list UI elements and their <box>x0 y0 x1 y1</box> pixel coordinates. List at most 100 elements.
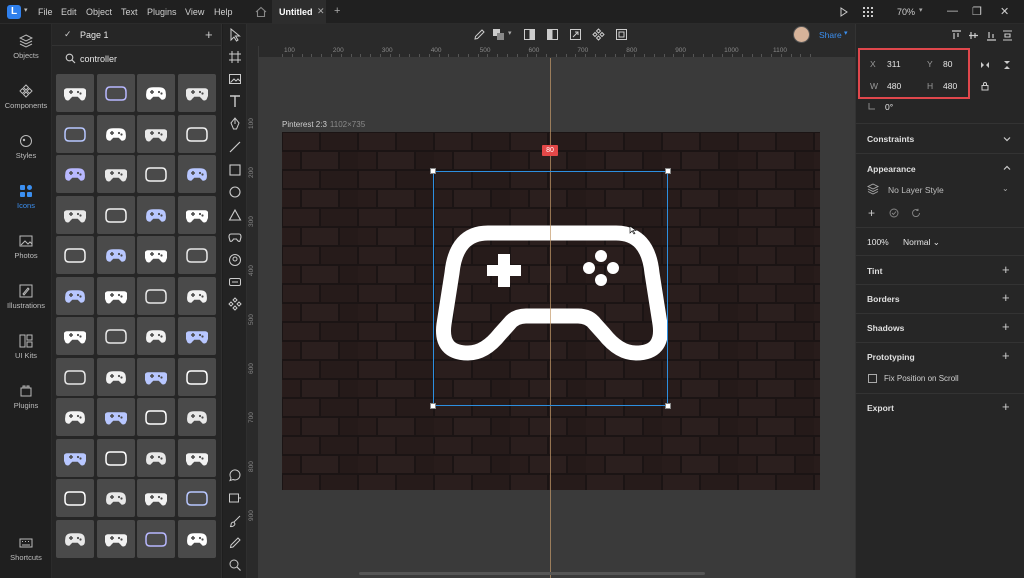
zoom-level[interactable]: 70% <box>897 7 915 17</box>
comment-tool-icon[interactable] <box>228 468 242 482</box>
menu-file[interactable]: File <box>38 7 53 17</box>
zoom-caret-icon[interactable]: ▾ <box>919 6 923 14</box>
constraints-header[interactable]: Constraints <box>867 134 914 144</box>
zoom-tool-icon[interactable] <box>228 558 242 572</box>
share-caret-icon[interactable]: ▾ <box>844 29 848 37</box>
horizontal-scrollbar[interactable] <box>359 572 705 575</box>
canvas[interactable]: Pinterest 2:3 1102×735 80 <box>259 58 855 578</box>
gamepad-icon-result[interactable] <box>177 519 216 558</box>
rail-illustrations[interactable]: Illustrations <box>0 284 52 324</box>
chevron-up-icon[interactable] <box>1002 163 1012 173</box>
minimize-icon[interactable]: — <box>947 5 958 17</box>
chevron-down-icon[interactable]: ⌄ <box>1002 184 1009 193</box>
component-tool-icon[interactable] <box>228 275 242 289</box>
menu-object[interactable]: Object <box>86 7 112 17</box>
rail-ui-kits[interactable]: UI Kits <box>0 334 52 374</box>
rail-objects[interactable]: Objects <box>0 34 52 74</box>
artboard-label[interactable]: Pinterest 2:3 1102×735 <box>282 120 365 129</box>
gamepad-icon-result[interactable] <box>96 155 135 193</box>
menu-edit[interactable]: Edit <box>61 7 77 17</box>
check-circle-icon[interactable] <box>889 208 899 218</box>
resize-handle-bl[interactable] <box>430 403 436 409</box>
add-border-icon[interactable]: + <box>1002 290 1010 305</box>
add-page-icon[interactable]: + <box>205 27 213 42</box>
opacity-field[interactable]: 100% <box>867 237 889 247</box>
h-field[interactable]: 480 <box>943 81 957 91</box>
tint-header[interactable]: Tint <box>867 266 882 276</box>
menu-view[interactable]: View <box>185 7 204 17</box>
eyedropper-tool-icon[interactable] <box>228 536 242 550</box>
gamepad-icon-result[interactable] <box>56 357 94 396</box>
invert-icon[interactable] <box>546 28 559 41</box>
triangle-tool-icon[interactable] <box>228 208 242 222</box>
gamepad-icon-result[interactable] <box>177 357 216 396</box>
menu-help[interactable]: Help <box>214 7 233 17</box>
select-tool-icon[interactable] <box>228 28 242 42</box>
gamepad-icon-result[interactable] <box>56 438 94 477</box>
maximize-icon[interactable]: ❐ <box>972 5 982 18</box>
flip-horizontal-icon[interactable] <box>980 60 990 70</box>
gamepad-icon-result[interactable] <box>137 155 175 193</box>
artboard-tool-icon[interactable] <box>228 50 242 64</box>
sync-icon[interactable] <box>911 208 921 218</box>
image-tool-icon[interactable] <box>228 72 242 86</box>
add-export-icon[interactable]: + <box>1002 399 1010 414</box>
rail-photos[interactable]: Photos <box>0 234 52 274</box>
gamepad-icon-result[interactable] <box>96 276 135 315</box>
menu-plugins[interactable]: Plugins <box>147 7 177 17</box>
pencil-icon[interactable] <box>473 28 486 41</box>
page-selector[interactable]: ✓ Page 1 + <box>52 24 221 46</box>
resize-handle-tr[interactable] <box>665 168 671 174</box>
menu-text[interactable]: Text <box>121 7 138 17</box>
rail-shortcuts[interactable]: Shortcuts <box>0 536 52 576</box>
align-middle-icon[interactable] <box>968 30 979 41</box>
gamepad-icon-result[interactable] <box>96 195 135 234</box>
gamepad-icon-result[interactable] <box>137 195 175 234</box>
rail-icons[interactable]: Icons <box>0 184 52 224</box>
detach-icon[interactable] <box>615 28 628 41</box>
new-tab-icon[interactable]: + <box>334 5 340 17</box>
distribute-icon[interactable] <box>1002 30 1013 41</box>
align-top-icon[interactable] <box>951 30 962 41</box>
gamepad-icon-result[interactable] <box>177 74 216 112</box>
prototype-tool-icon[interactable] <box>228 491 242 505</box>
ellipse-tool-icon[interactable] <box>228 185 242 199</box>
gamepad-icon-result[interactable] <box>96 479 135 517</box>
gamepad-icon-result[interactable] <box>137 357 175 396</box>
rail-styles[interactable]: Styles <box>0 134 52 174</box>
rail-components[interactable]: Components <box>0 84 52 124</box>
w-field[interactable]: 480 <box>887 81 901 91</box>
rotation-field[interactable]: 0° <box>885 102 893 112</box>
appearance-header[interactable]: Appearance <box>867 164 916 174</box>
gamepad-icon-result[interactable] <box>56 398 94 436</box>
component-icon[interactable] <box>592 28 605 41</box>
blend-mode-select[interactable]: Normal ⌄ <box>903 237 940 248</box>
add-shadow-icon[interactable]: + <box>1002 319 1010 334</box>
prototyping-header[interactable]: Prototyping <box>867 352 915 362</box>
gamepad-icon-result[interactable] <box>96 114 135 153</box>
gamepad-icon-result[interactable] <box>96 74 135 112</box>
boolean-caret-icon[interactable]: ▾ <box>508 29 512 37</box>
y-field[interactable]: 80 <box>943 59 952 69</box>
close-tab-icon[interactable]: ✕ <box>317 6 325 17</box>
shadows-header[interactable]: Shadows <box>867 323 904 333</box>
chevron-down-icon[interactable] <box>1002 134 1012 144</box>
gamepad-icon-result[interactable] <box>137 276 175 315</box>
gamepad-icon-result[interactable] <box>137 398 175 436</box>
gamepad-icon-result[interactable] <box>177 438 216 477</box>
gamepad-icon-result[interactable] <box>137 438 175 477</box>
gamepad-icon-result[interactable] <box>56 519 94 558</box>
grid-icon[interactable] <box>863 7 873 17</box>
gamepad-icon-result[interactable] <box>96 519 135 558</box>
logo-menu-caret[interactable]: ▾ <box>24 6 28 14</box>
avatar-tool-icon[interactable] <box>228 253 242 267</box>
brush-tool-icon[interactable] <box>228 514 242 528</box>
share-button[interactable]: Share <box>819 30 842 40</box>
scale-icon[interactable] <box>569 28 582 41</box>
flip-vertical-icon[interactable] <box>1002 60 1012 70</box>
gamepad-icon-result[interactable] <box>137 519 175 558</box>
gamepad-icon-result[interactable] <box>137 114 175 153</box>
close-icon[interactable]: ✕ <box>1000 5 1009 18</box>
line-tool-icon[interactable] <box>228 140 242 154</box>
gamepad-icon-result[interactable] <box>177 114 216 153</box>
